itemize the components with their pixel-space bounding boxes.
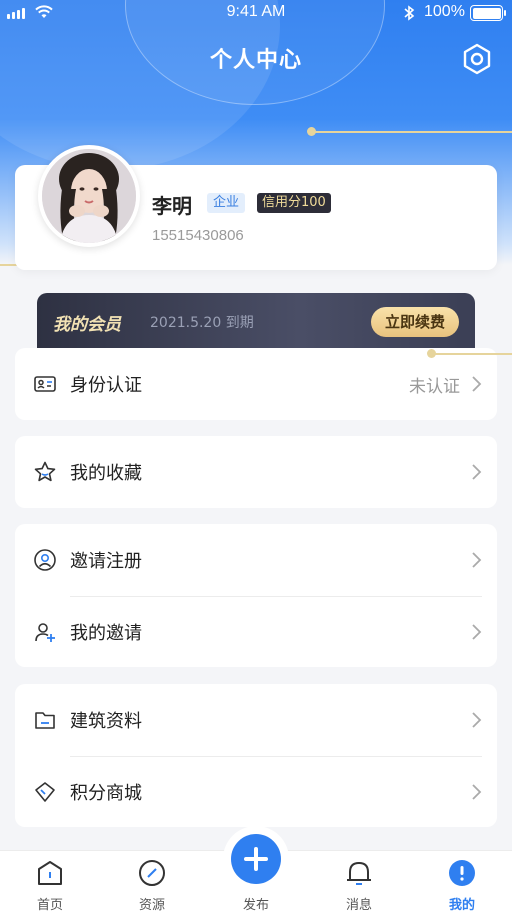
menu-item-my-invites[interactable]: 我的邀请 [15,596,497,668]
chevron-right-icon [472,712,482,728]
identity-status: 未认证 [409,377,460,397]
menu-card-invites: 邀请注册 我的邀请 [15,524,497,667]
membership-title: 我的会员 [53,315,121,335]
user-name: 李明 [152,194,192,218]
plus-icon [244,847,268,871]
user-icon [449,860,475,886]
menu-label: 积分商城 [70,783,142,804]
tab-label: 消息 [345,898,372,913]
decor-line [431,353,512,355]
folder-icon [35,712,55,729]
menu-label: 我的收藏 [70,463,142,484]
tab-resources[interactable]: 资源 [112,851,192,918]
publish-button[interactable] [231,834,281,884]
avatar-image [42,149,136,243]
star-icon [34,461,56,482]
menu-label: 我的邀请 [70,623,142,644]
chevron-right-icon [472,784,482,800]
menu-card-identity: 身份认证 未认证 [15,348,497,420]
chevron-right-icon [472,376,482,392]
menu-item-identity[interactable]: 身份认证 未认证 [15,348,497,420]
page-title: 个人中心 [209,48,302,73]
tab-label: 资源 [138,898,165,913]
id-card-icon [34,376,56,392]
bell-icon [347,862,371,885]
diamond-icon [35,782,55,802]
menu-card-favorites: 我的收藏 [15,436,497,508]
status-bar: 9:41 AM 100% [0,0,512,26]
company-badge: 企业 [207,193,246,213]
battery-percent: 100% [424,3,465,20]
user-circle-icon [34,549,56,571]
user-phone: 15515430806 [152,227,244,244]
settings-button[interactable] [460,42,494,76]
decor-line [312,131,512,133]
chevron-right-icon [472,552,482,568]
menu-item-invite-register[interactable]: 邀请注册 [15,524,497,596]
menu-label: 邀请注册 [70,551,142,572]
menu-label: 身份认证 [70,375,142,396]
credit-badge: 信用分100 [257,193,331,213]
decor-dot [427,349,436,358]
renew-button[interactable]: 立即续费 [371,307,459,337]
user-plus-icon [35,623,55,642]
membership-banner[interactable]: 我的会员 2021.5.20 到期 立即续费 [37,293,475,349]
avatar[interactable] [38,145,140,247]
battery-icon [470,5,506,21]
home-icon [38,861,62,885]
settings-icon [463,43,491,75]
bluetooth-icon [404,5,415,21]
menu-item-points-mall[interactable]: 积分商城 [15,756,497,828]
decor-dot [307,127,316,136]
tab-home[interactable]: 首页 [10,851,90,918]
menu-item-building-docs[interactable]: 建筑资料 [15,684,497,756]
menu-label: 建筑资料 [70,711,142,732]
tab-label: 我的 [448,898,475,913]
chevron-right-icon [472,464,482,480]
membership-expiry: 2021.5.20 到期 [150,315,254,331]
compass-icon [139,860,165,886]
menu-item-favorites[interactable]: 我的收藏 [15,436,497,508]
tab-label: 发布 [242,898,269,913]
menu-card-resources: 建筑资料 积分商城 [15,684,497,827]
tab-mine[interactable]: 我的 [422,851,502,918]
chevron-right-icon [472,624,482,640]
tab-messages[interactable]: 消息 [319,851,399,918]
tab-label: 首页 [36,898,63,913]
